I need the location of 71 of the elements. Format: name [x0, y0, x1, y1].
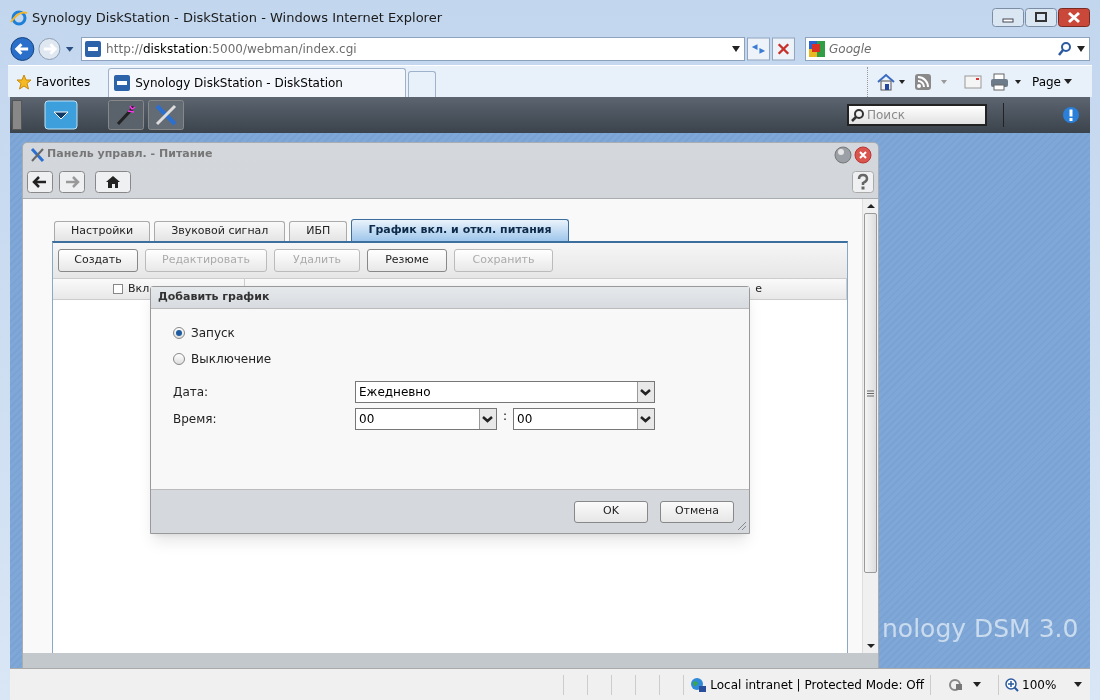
chevron-down-icon	[479, 409, 496, 429]
toolbar-button[interactable]: Резюме	[367, 249, 447, 272]
window-title: Панель управл. - Питание	[47, 146, 213, 163]
dialog-button[interactable]: Отмена	[660, 500, 734, 523]
stop-icon[interactable]	[772, 37, 796, 61]
caret-icon[interactable]	[972, 681, 981, 688]
address-field[interactable]: http://diskstation:5000/webman/index.cgi	[81, 37, 746, 61]
zoom-button[interactable]: 100%	[998, 674, 1090, 695]
star-icon	[16, 74, 32, 90]
minimize-icon[interactable]	[834, 145, 852, 164]
scrollbar[interactable]	[862, 199, 878, 653]
checkbox[interactable]	[113, 284, 123, 294]
magic-wand-icon[interactable]	[108, 100, 144, 130]
search-icon[interactable]	[1058, 42, 1072, 56]
chevron-down-icon	[637, 382, 654, 402]
site-icon	[114, 75, 131, 91]
tab[interactable]: График вкл. и откл. питания	[351, 219, 569, 241]
field-label: Время:	[173, 411, 218, 428]
caret-icon	[1064, 79, 1072, 85]
zoom-icon	[1005, 677, 1019, 692]
browser-logo-icon	[10, 8, 28, 27]
grip-icon	[867, 389, 874, 397]
status-text: Local intranet | Protected Mode: Off	[710, 676, 924, 694]
desktop-logo: nology DSM 3.0	[882, 613, 1079, 645]
radio-button[interactable]	[173, 327, 185, 339]
radio-label: Запуск	[191, 325, 235, 342]
radio-button[interactable]	[173, 353, 185, 365]
close-icon[interactable]	[854, 145, 872, 164]
column-header[interactable]: е	[755, 280, 762, 298]
dropdown[interactable]: 00	[355, 408, 497, 430]
maximize-icon[interactable]	[1025, 8, 1057, 27]
toolbar-button[interactable]: Создать	[58, 249, 138, 272]
search-field[interactable]: Google	[805, 37, 1090, 61]
radio-label: Выключение	[191, 351, 272, 368]
dialog-button[interactable]: OK	[574, 500, 648, 523]
close-icon[interactable]	[1058, 8, 1090, 27]
address-text: http://diskstation:5000/webman/index.cgi	[106, 41, 357, 58]
mail-icon[interactable]	[963, 75, 982, 89]
main-menu-icon[interactable]	[44, 100, 78, 130]
favorites-button[interactable]: Favorites	[8, 67, 99, 97]
dialog-title: Добавить график	[158, 289, 270, 306]
window-title: Synology DiskStation - DiskStation - Windows Internet Explorer	[32, 8, 442, 27]
time-separator: :	[501, 408, 508, 425]
dropdown[interactable]: Ежедневно	[355, 381, 655, 403]
caret-icon	[1074, 681, 1082, 688]
home-icon[interactable]	[95, 171, 131, 193]
search-icon	[851, 108, 865, 122]
back-icon[interactable]	[10, 36, 35, 62]
tab[interactable]: ИБП	[289, 221, 348, 241]
site-icon	[85, 41, 102, 57]
globe-icon	[690, 676, 707, 693]
info-icon[interactable]	[1062, 106, 1080, 124]
resize-grip-icon[interactable]	[737, 521, 747, 531]
field-label: Дата:	[173, 384, 210, 401]
back-icon[interactable]	[27, 171, 53, 193]
tab[interactable]: Звуковой сигнал	[154, 221, 286, 241]
tab[interactable]: Настройки	[54, 221, 151, 241]
scroll-thumb[interactable]	[864, 213, 877, 573]
forward-icon[interactable]	[59, 171, 85, 193]
search-provider-icon	[809, 41, 826, 57]
dropdown-icon[interactable]	[1076, 45, 1086, 53]
browser-tab[interactable]: Synology DiskStation - DiskStation	[108, 68, 407, 97]
taskbar-handle[interactable]	[12, 100, 22, 130]
column-header[interactable]: Вкл	[128, 280, 150, 298]
dropdown-icon[interactable]	[731, 45, 742, 53]
chevron-down-icon	[637, 409, 654, 429]
refresh-icon[interactable]	[747, 37, 771, 61]
home-icon[interactable]	[875, 72, 906, 92]
help-icon[interactable]	[852, 171, 874, 193]
page-menu[interactable]: Page	[1031, 73, 1072, 91]
dropdown[interactable]: 00	[513, 408, 655, 430]
